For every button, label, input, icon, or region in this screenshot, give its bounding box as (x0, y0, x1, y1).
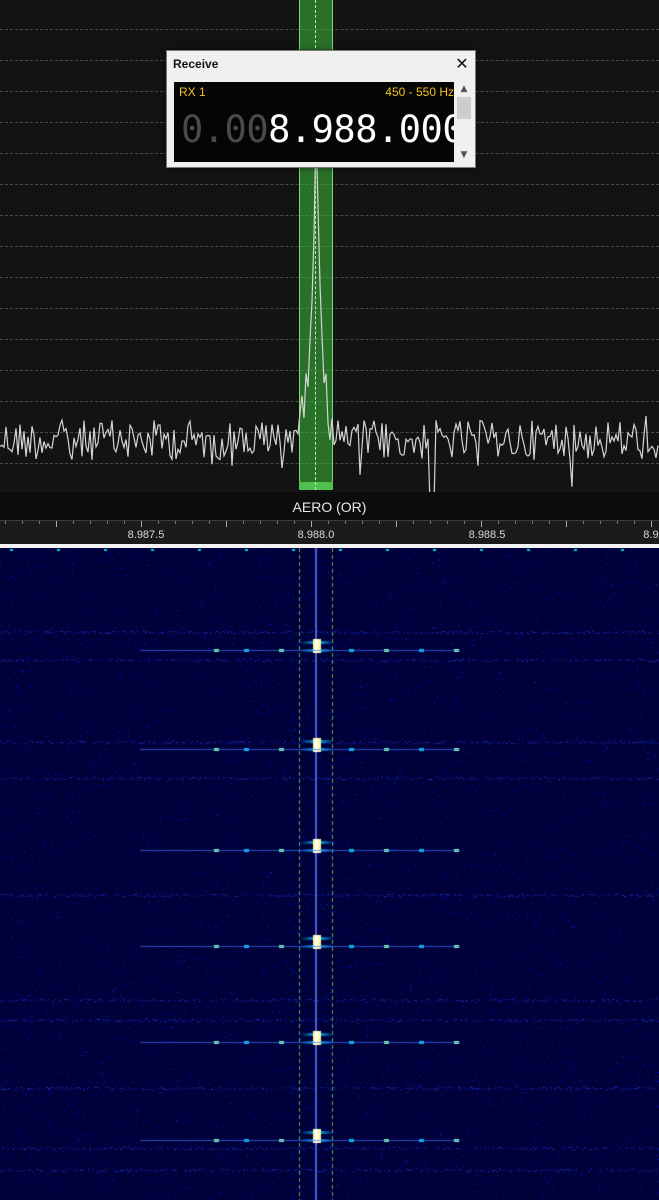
scroll-thumb[interactable] (457, 97, 471, 119)
frequency-ruler[interactable]: 8.987.5 8.988.0 8.988.5 8.98 (0, 520, 659, 545)
scroll-down-icon[interactable]: ▼ (455, 148, 473, 162)
ruler-tick (294, 521, 295, 524)
ruler-tick (90, 521, 91, 524)
mode-bar: AERO (OR) (0, 492, 659, 520)
ruler-tick (277, 521, 278, 524)
ruler-tick (5, 521, 6, 524)
frequency-value[interactable]: 0.008.988.000 (181, 108, 454, 151)
ruler-label: 8.988.5 (468, 529, 506, 541)
ruler-tick (192, 521, 193, 524)
ruler-tick (549, 521, 550, 524)
ruler-tick (600, 521, 601, 524)
ruler-tick (651, 521, 652, 527)
ruler-label: 8.988.0 (297, 529, 335, 541)
ruler-label: 8.98 (643, 529, 659, 541)
ruler-tick (583, 521, 584, 524)
receive-dialog[interactable]: Receive ✕ RX 1 450 - 550 Hz 0.008.988.00… (166, 50, 476, 168)
ruler-tick (260, 521, 261, 524)
ruler-tick (617, 521, 618, 524)
frequency-leading-zeros: 0.00 (181, 108, 269, 151)
ruler-tick (566, 521, 567, 527)
ruler-tick (107, 521, 108, 524)
dialog-titlebar[interactable]: Receive ✕ (167, 51, 475, 79)
frequency-digits: 8.988.000 (268, 108, 454, 151)
ruler-tick (464, 521, 465, 524)
ruler-tick (22, 521, 23, 524)
frequency-display[interactable]: RX 1 450 - 550 Hz 0.008.988.000 (174, 82, 454, 162)
ruler-tick (396, 521, 397, 527)
ruler-tick (430, 521, 431, 524)
waterfall-display[interactable] (0, 548, 659, 1200)
close-icon[interactable]: ✕ (453, 55, 471, 73)
ruler-tick (481, 521, 482, 527)
ruler-label: 8.987.5 (127, 529, 165, 541)
ruler-tick (498, 521, 499, 524)
ruler-tick (362, 521, 363, 524)
ruler-tick (515, 521, 516, 524)
ruler-tick (39, 521, 40, 524)
ruler-tick (226, 521, 227, 527)
ruler-tick (311, 521, 312, 527)
ruler-tick (634, 521, 635, 524)
ruler-tick (175, 521, 176, 524)
ruler-tick (532, 521, 533, 524)
rx-label: RX 1 (179, 85, 206, 99)
ruler-tick (124, 521, 125, 524)
ruler-tick (209, 521, 210, 524)
ruler-tick (379, 521, 380, 524)
bandwidth-label: 450 - 550 Hz (385, 85, 454, 99)
dialog-title: Receive (173, 57, 219, 71)
spectrum-trace-line (0, 125, 659, 492)
ruler-tick (141, 521, 142, 527)
mode-label: AERO (OR) (292, 499, 367, 515)
ruler-tick (56, 521, 57, 527)
ruler-tick (345, 521, 346, 524)
ruler-tick (158, 521, 159, 524)
ruler-tick (328, 521, 329, 524)
ruler-tick (447, 521, 448, 524)
ruler-tick (73, 521, 74, 524)
ruler-tick (243, 521, 244, 524)
dialog-scrollbar[interactable]: ▲ ▼ (455, 82, 473, 162)
ruler-tick (413, 521, 414, 524)
scroll-up-icon[interactable]: ▲ (455, 82, 473, 96)
